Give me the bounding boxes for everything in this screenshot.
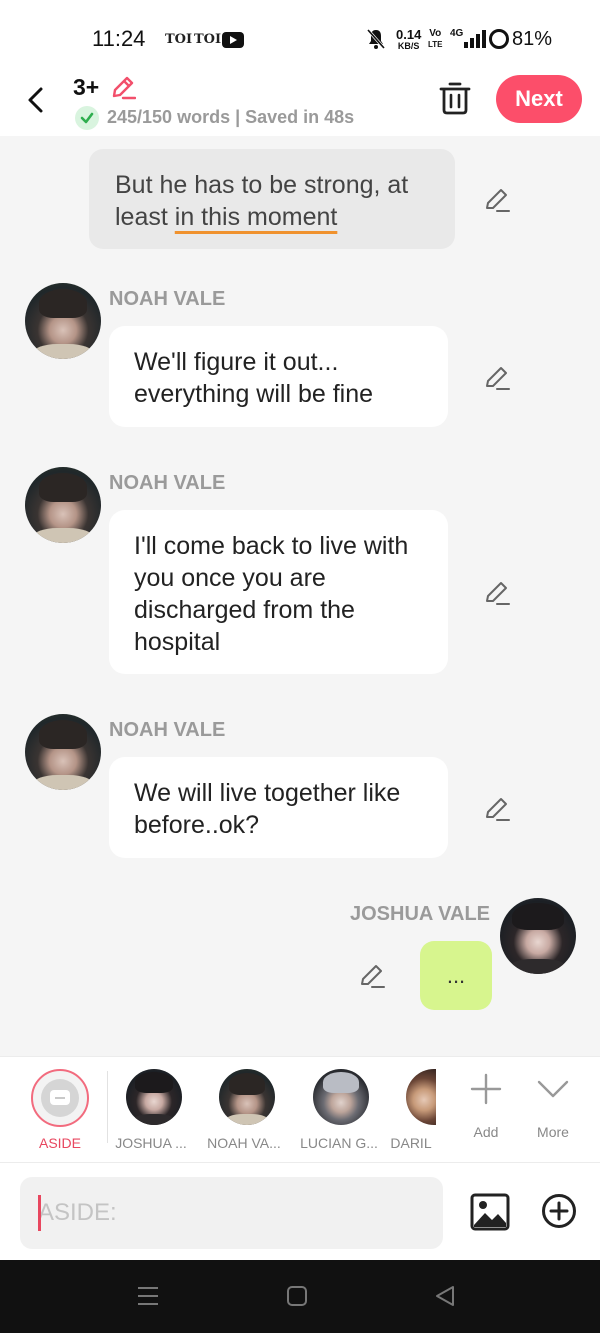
more-label: More xyxy=(537,1124,569,1140)
editor-header: 3+ 245/150 words | Saved in 48s Next xyxy=(0,72,600,136)
menu-icon[interactable] xyxy=(136,1284,160,1308)
character-avatar-daril[interactable] xyxy=(406,1069,436,1125)
chat-bubble-icon xyxy=(41,1079,79,1117)
battery-percent: 81% xyxy=(512,28,553,50)
pencil-edit-icon[interactable] xyxy=(110,74,136,100)
message-bubble[interactable]: I'll come back to live with you once you… xyxy=(109,510,448,674)
status-time: 11:24 xyxy=(92,26,146,51)
saved-check-icon xyxy=(75,106,99,130)
story-title: 3+ xyxy=(73,74,100,100)
next-button[interactable]: Next xyxy=(496,75,582,123)
character-selector-bar: ASIDE JOSHUA ... NOAH VA... LUCIAN G... … xyxy=(0,1056,600,1162)
word-count-status: 245/150 words | Saved in 48s xyxy=(107,107,355,127)
speaker-name: NOAH VALE xyxy=(109,288,226,310)
character-label: LUCIAN G... xyxy=(300,1135,378,1151)
plus-circle-icon[interactable] xyxy=(541,1193,577,1229)
aside-button[interactable] xyxy=(31,1069,89,1127)
typing-bubble[interactable]: ... xyxy=(420,941,492,1010)
character-avatar-lucian[interactable] xyxy=(313,1069,369,1125)
avatar[interactable] xyxy=(25,283,101,359)
divider xyxy=(107,1071,108,1143)
narration-bubble[interactable]: But he has to be strong, at least in thi… xyxy=(89,149,455,249)
toi-app-icon: TOI xyxy=(165,32,193,47)
edit-message-icon[interactable] xyxy=(483,579,511,607)
chat-editor-screen: 11:24 TOI TOI 0.14 KB/S Vo LTE 4G 81% 3+ xyxy=(0,0,600,1333)
edit-message-icon[interactable] xyxy=(483,364,511,392)
home-icon[interactable] xyxy=(285,1284,309,1308)
aside-input[interactable] xyxy=(20,1177,443,1249)
compose-bar xyxy=(0,1162,600,1260)
message-bubble[interactable]: We will live together like before..ok? xyxy=(109,757,448,858)
aside-label: ASIDE xyxy=(38,1135,81,1151)
trash-icon[interactable] xyxy=(438,80,472,116)
speaker-name: JOSHUA VALE xyxy=(350,903,491,925)
back-triangle-icon[interactable] xyxy=(433,1284,457,1308)
youtube-icon xyxy=(222,32,244,48)
status-bar: 11:24 TOI TOI 0.14 KB/S Vo LTE 4G 81% xyxy=(0,0,600,72)
network-speed: 0.14 KB/S xyxy=(396,27,422,51)
character-label: NOAH VA... xyxy=(207,1135,281,1151)
add-label: Add xyxy=(473,1124,499,1140)
system-nav-bar xyxy=(0,1260,600,1333)
chevron-down-icon[interactable] xyxy=(537,1079,569,1099)
battery-icon xyxy=(489,29,509,49)
add-character-icon[interactable] xyxy=(470,1073,502,1105)
edit-message-icon[interactable] xyxy=(358,962,386,990)
edit-message-icon[interactable] xyxy=(483,795,511,823)
edit-message-icon[interactable] xyxy=(483,186,511,214)
message-bubble[interactable]: We'll figure it out... everything will b… xyxy=(109,326,448,427)
avatar[interactable] xyxy=(500,898,576,974)
avatar[interactable] xyxy=(25,714,101,790)
image-icon[interactable] xyxy=(470,1193,510,1231)
speaker-name: NOAH VALE xyxy=(109,719,226,741)
character-label: DARIL xyxy=(390,1135,432,1151)
character-avatar-joshua[interactable] xyxy=(126,1069,182,1125)
narration-underlined-text: in this moment xyxy=(174,203,338,231)
speaker-name: NOAH VALE xyxy=(109,472,226,494)
text-caret xyxy=(38,1195,41,1231)
character-avatar-noah[interactable] xyxy=(219,1069,275,1125)
back-arrow-icon[interactable] xyxy=(24,86,48,114)
toi-app-icon-2: TOI xyxy=(194,32,222,47)
bell-muted-icon xyxy=(366,29,386,49)
signal-icon xyxy=(462,30,486,48)
character-label: JOSHUA ... xyxy=(115,1135,187,1151)
avatar[interactable] xyxy=(25,467,101,543)
volte-indicator: Vo LTE xyxy=(428,28,443,49)
